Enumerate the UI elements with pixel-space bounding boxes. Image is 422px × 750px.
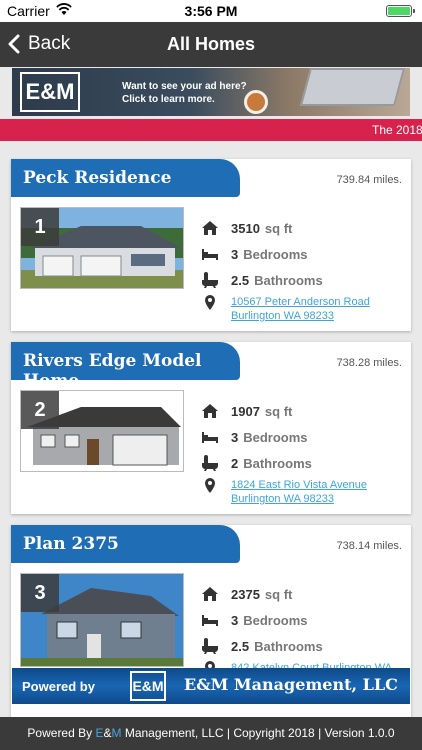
brand-amp: & xyxy=(103,726,112,740)
sqft-row: 3510 sq ft xyxy=(201,215,401,241)
homes-list[interactable]: Peck Residence 739.84 miles. 1 3510 sq f… xyxy=(0,141,422,717)
sqft-value: 2375 xyxy=(231,586,260,602)
news-ticker: The 2018 xyxy=(0,119,422,141)
bedrooms-value: 3 xyxy=(231,612,239,628)
company-name: E&M Management, LLC xyxy=(184,675,398,694)
address-line-1: 1824 East Rio Vista Avenue xyxy=(231,479,367,491)
bathrooms-label: Bathrooms xyxy=(243,455,312,471)
bathrooms-label: Bathrooms xyxy=(254,638,323,654)
copyright-prefix: Powered By xyxy=(27,726,96,740)
bed-icon xyxy=(202,615,218,626)
sqft-unit: sq ft xyxy=(264,403,293,419)
em-logo: E&M xyxy=(130,671,166,701)
home-name: Rivers Edge Model Home xyxy=(11,342,240,391)
sqft-unit: sq ft xyxy=(264,586,293,602)
bathtub-icon xyxy=(202,455,218,471)
ad-line-2: Click to learn more. xyxy=(122,94,215,105)
home-distance: 738.14 miles. xyxy=(336,540,402,552)
house-icon xyxy=(202,587,218,601)
bedrooms-label: Bedrooms xyxy=(243,612,308,628)
home-photo[interactable]: 1 xyxy=(20,207,184,289)
house-icon xyxy=(202,221,218,235)
bedrooms-row: 3 Bedrooms xyxy=(201,607,401,633)
home-name: Plan 2375 xyxy=(11,525,240,563)
bathrooms-value: 2.5 xyxy=(231,638,250,654)
home-number: 2 xyxy=(21,391,59,429)
brand-m: M xyxy=(111,726,122,740)
em-logo: E&M xyxy=(20,72,80,112)
home-number: 1 xyxy=(21,208,59,246)
bathrooms-value: 2 xyxy=(231,455,239,471)
laptop-image xyxy=(299,68,406,106)
sqft-value: 1907 xyxy=(231,403,260,419)
home-name: Peck Residence xyxy=(11,159,240,197)
powered-by-label: Powered by xyxy=(22,679,95,694)
address-link[interactable]: 10567 Peter Anderson Road Burlington WA … xyxy=(231,295,370,323)
home-details: 3510 sq ft 3 Bedrooms 2.5 Bathrooms 1056… xyxy=(201,215,401,323)
powered-by-banner[interactable]: Powered by E&M E&M Management, LLC xyxy=(12,668,410,704)
status-time: 3:56 PM xyxy=(184,3,238,19)
bed-icon xyxy=(202,249,218,260)
bathrooms-row: 2.5 Bathrooms xyxy=(201,633,401,659)
home-distance: 738.28 miles. xyxy=(336,357,402,369)
address-link[interactable]: 1824 East Rio Vista Avenue Burlington WA… xyxy=(231,478,367,506)
coffee-cup-image xyxy=(244,90,268,114)
address-row[interactable]: 1824 East Rio Vista Avenue Burlington WA… xyxy=(201,478,401,506)
home-distance: 739.84 miles. xyxy=(336,174,402,186)
copyright-bar: Powered By E&M Management, LLC | Copyrig… xyxy=(0,717,422,750)
sqft-unit: sq ft xyxy=(264,220,293,236)
bedrooms-label: Bedrooms xyxy=(243,246,308,262)
ad-banner[interactable]: E&M Want to see your ad here? Click to l… xyxy=(12,68,410,116)
bedrooms-row: 3 Bedrooms xyxy=(201,424,401,450)
address-line-2: Burlington WA 98233 xyxy=(231,493,334,505)
bed-icon xyxy=(202,432,218,443)
sqft-row: 2375 sq ft xyxy=(201,581,401,607)
bedrooms-label: Bedrooms xyxy=(243,429,308,445)
house-icon xyxy=(202,404,218,418)
bathrooms-row: 2 Bathrooms xyxy=(201,450,401,476)
home-details: 2375 sq ft 3 Bedrooms 2.5 Bathrooms 842 … xyxy=(201,581,401,677)
home-photo[interactable]: 3 xyxy=(20,573,184,667)
sqft-row: 1907 sq ft xyxy=(201,398,401,424)
battery-icon xyxy=(386,5,415,17)
bedrooms-value: 3 xyxy=(231,246,239,262)
home-number: 3 xyxy=(21,574,59,612)
home-photo[interactable]: 2 xyxy=(20,390,184,472)
home-details: 1907 sq ft 3 Bedrooms 2 Bathrooms 1824 E… xyxy=(201,398,401,506)
page-title: All Homes xyxy=(166,34,256,54)
address-line-1: 10567 Peter Anderson Road xyxy=(231,296,370,308)
ad-text: Want to see your ad here? Click to learn… xyxy=(122,80,247,106)
bathtub-icon xyxy=(202,272,218,288)
bathtub-icon xyxy=(202,638,218,654)
ad-line-1: Want to see your ad here? xyxy=(122,81,247,92)
ticker-text: The 2018 xyxy=(372,123,422,137)
status-bar: Carrier 3:56 PM xyxy=(0,0,422,22)
bathrooms-value: 2.5 xyxy=(231,272,250,288)
sqft-value: 3510 xyxy=(231,220,260,236)
home-card[interactable]: Rivers Edge Model Home 738.28 miles. 2 1… xyxy=(11,342,411,514)
address-row[interactable]: 10567 Peter Anderson Road Burlington WA … xyxy=(201,295,401,323)
map-pin-icon xyxy=(205,478,215,493)
bedrooms-value: 3 xyxy=(231,429,239,445)
home-card[interactable]: Peck Residence 739.84 miles. 1 3510 sq f… xyxy=(11,159,411,331)
copyright-suffix: Management, LLC | Copyright 2018 | Versi… xyxy=(121,726,395,740)
bathrooms-label: Bathrooms xyxy=(254,272,323,288)
navigation-bar: Back All Homes xyxy=(0,22,422,67)
map-pin-icon xyxy=(205,295,215,310)
address-line-2: Burlington WA 98233 xyxy=(231,310,334,322)
bedrooms-row: 3 Bedrooms xyxy=(201,241,401,267)
bathrooms-row: 2.5 Bathrooms xyxy=(201,267,401,293)
